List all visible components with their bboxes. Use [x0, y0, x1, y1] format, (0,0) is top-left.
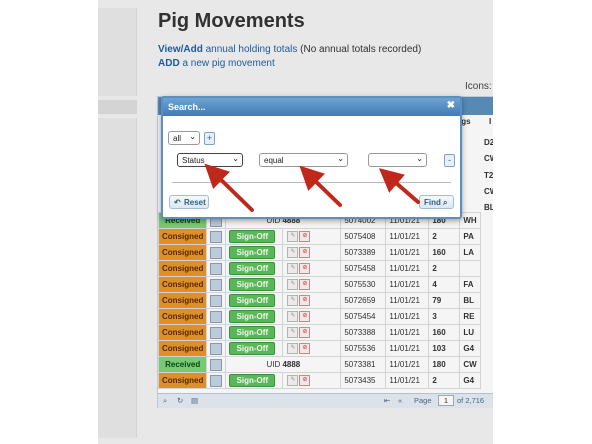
arrow-to-value-select	[378, 168, 420, 204]
arrow-to-field-select	[204, 163, 254, 212]
arrow-to-operator-select	[299, 165, 342, 207]
annotation-arrows	[204, 163, 420, 212]
